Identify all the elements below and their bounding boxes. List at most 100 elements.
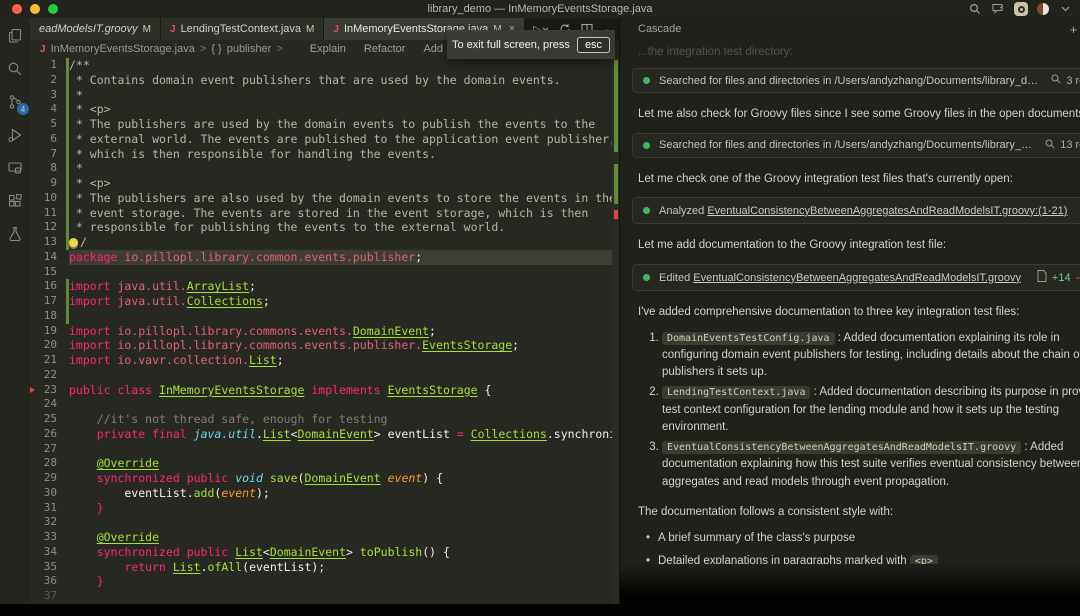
tool-call-result: 3 results bbox=[1051, 74, 1080, 87]
testing-icon[interactable] bbox=[5, 224, 25, 244]
symbol-icon: { } bbox=[211, 43, 221, 55]
line-number: 25 bbox=[30, 412, 66, 427]
tool-call-label: Searched for files and directories in /U… bbox=[659, 139, 1036, 151]
code-text: * responsible for publishing the events … bbox=[69, 220, 619, 235]
tab-readmodelsit-groovy[interactable]: eadModelsIT.groovy M bbox=[30, 18, 160, 40]
line-number: 30 bbox=[30, 486, 66, 501]
chevron-down-icon[interactable] bbox=[1058, 2, 1072, 16]
assistant-text-faded: ...the integration test directory: bbox=[638, 46, 1080, 58]
tab-lendingtestcontext-java[interactable]: J LendingTestContext.java M bbox=[161, 18, 323, 40]
activity-bar: 4 bbox=[0, 18, 30, 604]
java-file-icon: J bbox=[333, 24, 339, 35]
line-number: 11 bbox=[30, 206, 66, 221]
tool-call-card[interactable]: Edited EventualConsistencyBetweenAggrega… bbox=[632, 264, 1080, 291]
new-chat-icon[interactable]: + bbox=[1070, 22, 1078, 37]
line-number: 5 bbox=[30, 117, 66, 132]
code-text bbox=[69, 397, 619, 412]
git-removed-marker bbox=[30, 387, 35, 393]
line-number: 18 bbox=[30, 309, 66, 324]
tool-call-label: Edited EventualConsistencyBetweenAggrega… bbox=[659, 272, 1028, 284]
code-text bbox=[69, 515, 619, 530]
minimize-window-button[interactable] bbox=[30, 4, 40, 14]
fullscreen-window-button[interactable] bbox=[48, 4, 58, 14]
tool-call-card[interactable]: Searched for files and directories in /U… bbox=[632, 68, 1080, 93]
code-line: 9 * <p> bbox=[30, 176, 619, 191]
status-dot-icon bbox=[643, 77, 650, 84]
code-text: import io.vavr.collection.List; bbox=[69, 353, 619, 368]
search-sidebar-icon[interactable] bbox=[5, 59, 25, 79]
code-line: 31 } bbox=[30, 501, 619, 516]
code-line: 2 * Contains domain event publishers tha… bbox=[30, 73, 619, 88]
inline-code-chip: EventualConsistencyBetweenAggregatesAndR… bbox=[662, 441, 1021, 454]
line-number: 24 bbox=[30, 397, 66, 412]
refactor-action[interactable]: Refactor bbox=[364, 43, 406, 55]
line-number: 10 bbox=[30, 191, 66, 206]
line-number: 19 bbox=[30, 324, 66, 339]
code-line: 16import java.util.ArrayList; bbox=[30, 279, 619, 294]
tool-call-card[interactable]: Searched for files and directories in /U… bbox=[632, 133, 1080, 158]
code-line: 10 * The publishers are also used by the… bbox=[30, 191, 619, 206]
list-item: EventualConsistencyBetweenAggregatesAndR… bbox=[662, 439, 1080, 491]
code-text: public class InMemoryEventsStorage imple… bbox=[69, 383, 619, 398]
explain-action[interactable]: Explain bbox=[310, 43, 346, 55]
line-number: 32 bbox=[30, 515, 66, 530]
file-link[interactable]: EventualConsistencyBetweenAggregatesAndR… bbox=[707, 205, 1067, 217]
line-number: 33 bbox=[30, 530, 66, 545]
document-icon[interactable] bbox=[1037, 270, 1047, 285]
code-line: 36 } bbox=[30, 574, 619, 589]
code-text: import java.util.ArrayList; bbox=[69, 279, 619, 294]
code-text: import io.pillopl.library.commons.events… bbox=[69, 338, 619, 353]
code-text: /** bbox=[69, 58, 619, 73]
line-number: 16 bbox=[30, 279, 66, 294]
status-dot-icon bbox=[643, 142, 650, 149]
files-icon[interactable] bbox=[5, 26, 25, 46]
search-icon[interactable] bbox=[968, 2, 982, 16]
tool-call-card[interactable]: Analyzed EventualConsistencyBetweenAggre… bbox=[632, 197, 1080, 224]
code-text: * <p> bbox=[69, 176, 619, 191]
code-line: 12 * responsible for publishing the even… bbox=[30, 220, 619, 235]
breadcrumb-symbol[interactable]: publisher bbox=[227, 43, 272, 55]
line-number: 12 bbox=[30, 220, 66, 235]
code-text: * The publishers are also used by the do… bbox=[69, 191, 619, 206]
code-line: 26 private final java.util.List<DomainEv… bbox=[30, 427, 619, 442]
code-text bbox=[69, 442, 619, 457]
lines-added: +14 bbox=[1052, 272, 1071, 284]
remote-explorer-icon[interactable] bbox=[5, 158, 25, 178]
extensions-icon[interactable] bbox=[5, 191, 25, 211]
code-line: 28 @Override bbox=[30, 456, 619, 471]
esc-key: esc bbox=[577, 37, 610, 53]
breadcrumb-file[interactable]: InMemoryEventsStorage.java bbox=[51, 43, 195, 55]
feedback-icon[interactable] bbox=[991, 2, 1005, 16]
app-logo[interactable] bbox=[1014, 2, 1028, 16]
list-item: A brief summary of the class's purpose bbox=[658, 530, 1080, 547]
overview-ruler[interactable] bbox=[612, 58, 619, 604]
code-line: 21import io.vavr.collection.List; bbox=[30, 353, 619, 368]
assistant-text: Let me add documentation to the Groovy i… bbox=[638, 237, 1080, 254]
close-window-button[interactable] bbox=[12, 4, 22, 14]
code-text: private final java.util.List<DomainEvent… bbox=[69, 427, 619, 442]
line-number: 34 bbox=[30, 545, 66, 560]
cascade-header: Cascade + × bbox=[620, 18, 1080, 40]
code-text: package io.pillopl.library.common.events… bbox=[69, 250, 619, 265]
code-line: 14package io.pillopl.library.common.even… bbox=[30, 250, 619, 265]
lightbulb-icon[interactable] bbox=[69, 238, 78, 247]
code-line: 33 @Override bbox=[30, 530, 619, 545]
code-text: * event storage. The events are stored i… bbox=[69, 206, 619, 221]
code-line: 8 * bbox=[30, 161, 619, 176]
cascade-conversation: ...the integration test directory: Search… bbox=[620, 40, 1080, 604]
code-line: 23public class InMemoryEventsStorage imp… bbox=[30, 383, 619, 398]
code-line: 24 bbox=[30, 397, 619, 412]
code-text: * which is then responsible for handling… bbox=[69, 147, 619, 162]
code-line: 29 synchronized public void save(DomainE… bbox=[30, 471, 619, 486]
line-number: 4 bbox=[30, 102, 66, 117]
source-control-icon[interactable]: 4 bbox=[5, 92, 25, 112]
avatar[interactable] bbox=[1037, 3, 1049, 15]
code-text: @Override bbox=[69, 530, 619, 545]
run-debug-icon[interactable] bbox=[5, 125, 25, 145]
file-link[interactable]: EventualConsistencyBetweenAggregatesAndR… bbox=[693, 272, 1021, 284]
inline-code-chip: DomainEventsTestConfig.java bbox=[662, 332, 835, 345]
code-text: / bbox=[69, 235, 619, 250]
list-item: LendingTestContext.java : Added document… bbox=[662, 384, 1080, 436]
code-line: 25 //it's not thread safe, enough for te… bbox=[30, 412, 619, 427]
code-editor[interactable]: 1/**2 * Contains domain event publishers… bbox=[30, 58, 619, 604]
